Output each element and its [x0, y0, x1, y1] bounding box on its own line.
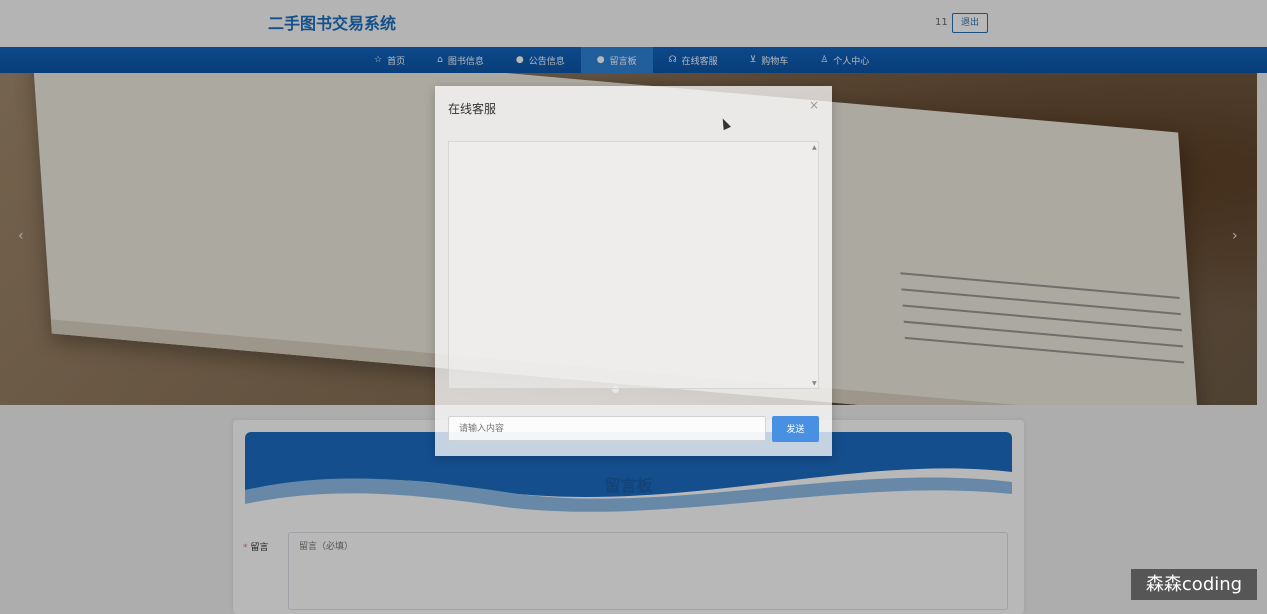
send-button[interactable]: 发送	[772, 416, 819, 442]
dialog-title: 在线客服	[448, 102, 497, 116]
chat-messages-area[interactable]: ▲ ▼	[448, 141, 819, 389]
chat-input[interactable]	[448, 416, 766, 441]
close-icon[interactable]: ×	[809, 98, 819, 112]
online-service-dialog: 在线客服 × ▲ ▼ 发送	[435, 86, 832, 456]
scroll-up-icon[interactable]: ▲	[812, 144, 817, 151]
watermark: 森森coding	[1131, 569, 1257, 600]
scroll-down-icon[interactable]: ▼	[812, 380, 817, 387]
